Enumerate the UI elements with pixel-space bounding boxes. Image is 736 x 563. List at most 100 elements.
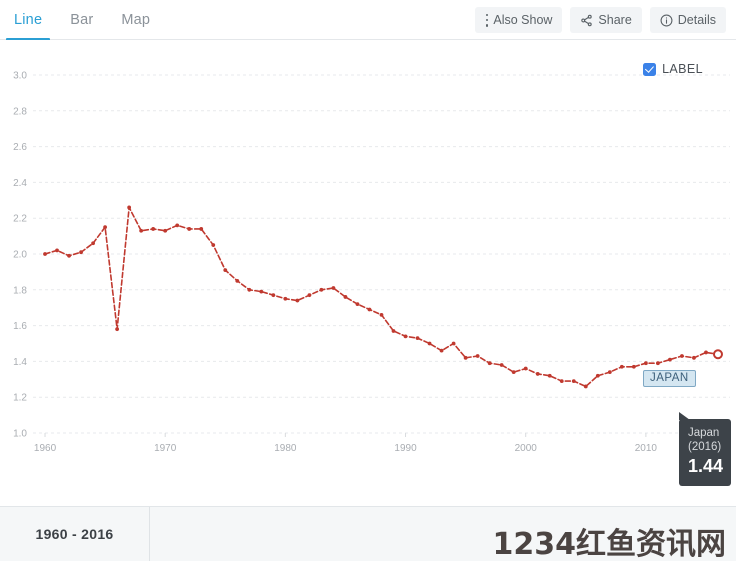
series-point[interactable] (151, 227, 156, 231)
series-point[interactable] (571, 379, 576, 383)
share-label: Share (598, 13, 632, 27)
series-point[interactable] (680, 354, 684, 358)
chart-area[interactable]: 1.0 1.2 1.4 1.6 1.8 2.0 2.2 2.4 2.6 2.8 3.0 1960 197… (0, 40, 736, 505)
series-point[interactable] (367, 307, 372, 312)
series-point[interactable] (223, 268, 228, 273)
series-point[interactable] (103, 225, 107, 230)
y-axis-tick-label: 1.0 (13, 429, 27, 440)
series-point[interactable] (451, 341, 456, 346)
tab-map[interactable]: Map (107, 0, 164, 40)
series-point[interactable] (391, 329, 396, 333)
also-show-label: Also Show (493, 13, 553, 27)
tab-map-label: Map (121, 12, 151, 28)
series-point[interactable] (668, 357, 672, 362)
series-point[interactable] (343, 295, 348, 299)
chart-type-tabs: Line Bar Map (0, 0, 164, 41)
series-point[interactable] (692, 355, 696, 360)
series-point[interactable] (559, 379, 564, 383)
share-icon (580, 14, 593, 27)
tab-line-label: Line (14, 12, 43, 28)
series-point[interactable] (163, 228, 168, 233)
series-point[interactable] (415, 336, 420, 341)
series-point[interactable] (643, 361, 648, 366)
y-axis-tick-label: 2.8 (13, 106, 27, 117)
x-axis-tick-label: 1990 (394, 443, 417, 454)
series-point[interactable] (463, 355, 468, 360)
series-point[interactable] (211, 243, 216, 247)
series-point[interactable] (607, 370, 612, 375)
top-toolbar: Line Bar Map Also Show Share Details (0, 0, 736, 41)
y-axis-tick-label: 2.2 (13, 214, 27, 225)
bottom-bar: 1960 - 2016 1234红鱼资讯网 (0, 506, 736, 562)
x-axis-tick-label: 1970 (154, 443, 177, 454)
series-point[interactable] (619, 364, 624, 369)
y-axis-tick-label: 1.8 (13, 285, 27, 296)
x-axis-tick-label: 1980 (274, 443, 297, 454)
x-axis-tick-label: 2010 (635, 443, 658, 454)
series-point[interactable] (439, 348, 444, 353)
series-point[interactable] (704, 350, 708, 355)
series-point[interactable] (79, 250, 83, 255)
series-point[interactable] (595, 373, 600, 378)
tooltip-year: (2016) (688, 441, 722, 453)
series-point[interactable] (55, 248, 59, 253)
toolbar-actions: Also Show Share Details (475, 7, 726, 33)
series-point[interactable] (67, 253, 71, 258)
series-point[interactable] (331, 286, 336, 290)
series-point[interactable] (175, 223, 180, 228)
series-end-label-japan[interactable]: JAPAN (643, 370, 696, 387)
series-point[interactable] (499, 363, 504, 367)
series-point[interactable] (355, 302, 360, 307)
series-point[interactable] (319, 287, 324, 292)
series-point[interactable] (247, 287, 252, 292)
details-button[interactable]: Details (649, 7, 726, 33)
also-show-button[interactable]: Also Show (475, 7, 563, 33)
time-range-cell[interactable]: 1960 - 2016 (0, 507, 150, 561)
series-point[interactable] (379, 312, 384, 317)
series-point[interactable] (187, 227, 192, 231)
highlighted-data-point[interactable] (712, 349, 723, 360)
more-vertical-icon (485, 13, 489, 27)
series-point[interactable] (259, 289, 264, 294)
series-badge-text: JAPAN (650, 372, 689, 384)
share-button[interactable]: Share (570, 7, 642, 33)
series-point[interactable] (295, 298, 300, 303)
series-line-japan[interactable] (44, 206, 719, 388)
x-axis-tick-label: 1960 (34, 443, 57, 454)
series-point[interactable] (127, 205, 132, 210)
label-checkbox-toggle[interactable]: LABEL (643, 62, 703, 76)
series-point[interactable] (631, 364, 636, 369)
series-point[interactable] (199, 227, 204, 231)
label-checkbox-text: LABEL (662, 62, 703, 76)
info-circle-icon (660, 14, 673, 27)
series-point[interactable] (656, 361, 660, 366)
tab-bar[interactable]: Bar (56, 0, 107, 40)
time-range-label: 1960 - 2016 (35, 526, 114, 542)
line-chart[interactable]: 1.0 1.2 1.4 1.6 1.8 2.0 2.2 2.4 2.6 2.8 3.0 1960 197… (0, 40, 736, 505)
series-point[interactable] (115, 327, 120, 332)
series-point[interactable] (487, 361, 492, 366)
series-point[interactable] (403, 334, 408, 339)
series-point[interactable] (535, 372, 540, 376)
watermark-text: 1234红鱼资讯网 (492, 527, 727, 562)
series-point[interactable] (547, 373, 552, 378)
series-point[interactable] (139, 228, 144, 233)
details-label: Details (677, 13, 716, 27)
x-axis-tick-label: 2000 (515, 443, 538, 454)
series-point[interactable] (271, 293, 276, 298)
tooltip-value: 1.44 (688, 456, 724, 476)
series-point[interactable] (307, 293, 312, 298)
series-point[interactable] (523, 366, 528, 371)
series-point[interactable] (511, 370, 516, 375)
series-point[interactable] (475, 354, 480, 358)
series-point[interactable] (235, 278, 240, 283)
tab-line[interactable]: Line (0, 0, 56, 41)
series-point[interactable] (427, 341, 432, 346)
series-point[interactable] (91, 241, 95, 246)
y-axis-tick-label: 1.2 (13, 393, 27, 404)
series-point[interactable] (43, 252, 47, 256)
series-point[interactable] (283, 296, 288, 301)
tooltip-country: Japan (688, 427, 720, 439)
checkbox-checked-icon[interactable] (643, 62, 657, 76)
series-point[interactable] (583, 384, 588, 389)
